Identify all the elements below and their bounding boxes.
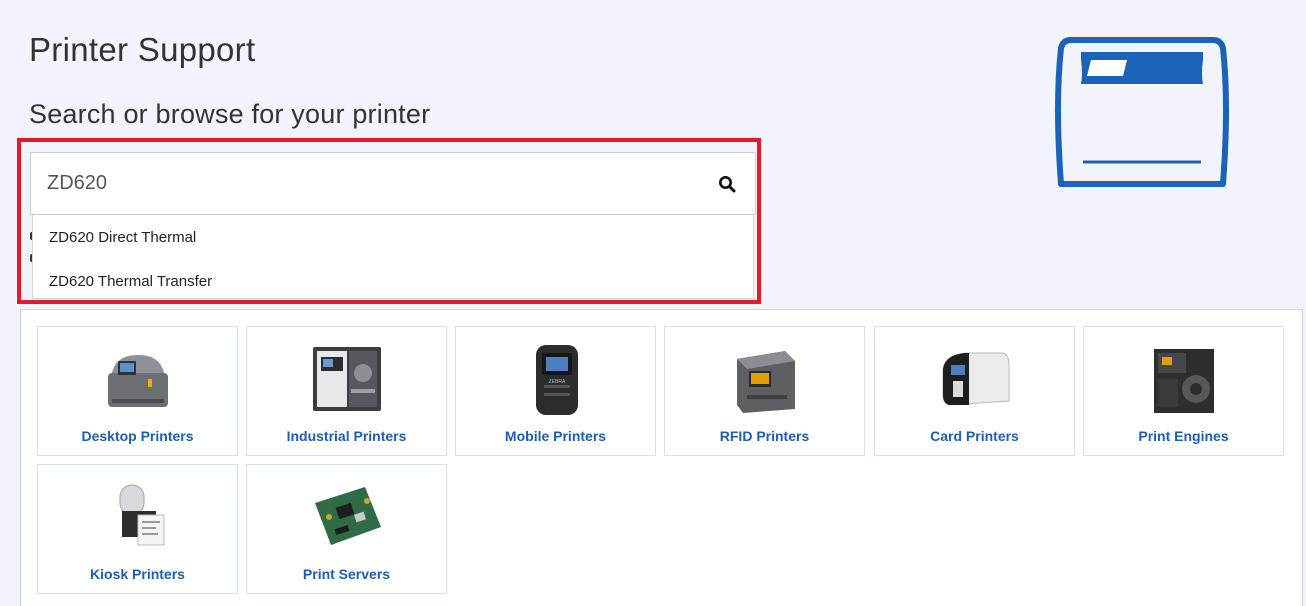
search-suggestions: ZD620 Direct Thermal ZD620 Thermal Trans…	[32, 215, 754, 299]
print-server-icon	[314, 487, 381, 545]
category-card-printers[interactable]: Card Printers	[874, 326, 1075, 456]
card-printer-icon	[942, 352, 1009, 406]
category-label: Kiosk Printers	[90, 566, 185, 582]
category-label: Card Printers	[930, 428, 1019, 444]
kiosk-printer-icon	[119, 484, 164, 546]
page-subtitle: Search or browse for your printer	[29, 99, 431, 129]
industrial-printer-icon	[312, 347, 381, 411]
print-engine-icon	[1153, 349, 1214, 413]
page-title: Printer Support	[29, 31, 256, 68]
category-label: RFID Printers	[719, 428, 810, 444]
category-label: Print Engines	[1138, 428, 1229, 444]
suggestion-item[interactable]: ZD620 Direct Thermal	[33, 215, 753, 259]
suggestion-item[interactable]: ZD620 Thermal Transfer	[33, 259, 753, 303]
search-input[interactable]	[31, 153, 707, 214]
printer-illustration-icon	[1055, 37, 1229, 187]
search-icon[interactable]	[707, 164, 747, 204]
search-box	[30, 152, 756, 215]
category-label: Print Servers	[302, 566, 391, 582]
desktop-printer-icon	[107, 355, 168, 407]
category-print-servers[interactable]: Print Servers	[246, 464, 447, 594]
category-rfid-printers[interactable]: RFID Printers	[664, 326, 865, 456]
category-industrial-printers[interactable]: Industrial Printers	[246, 326, 447, 456]
category-kiosk-printers[interactable]: Kiosk Printers	[37, 464, 238, 594]
category-desktop-printers[interactable]: Desktop Printers	[37, 326, 238, 456]
category-label: Mobile Printers	[504, 428, 607, 444]
category-label: Industrial Printers	[286, 428, 407, 444]
category-grid: Desktop Printers Industrial Printers ZEB…	[20, 309, 1303, 606]
category-label: Desktop Printers	[81, 428, 194, 444]
mobile-printer-icon: ZEBRA	[535, 345, 578, 415]
category-mobile-printers[interactable]: ZEBRA Mobile Printers	[455, 326, 656, 456]
category-print-engines[interactable]: Print Engines	[1083, 326, 1284, 456]
rfid-printer-icon	[736, 351, 795, 413]
svg-text:ZEBRA: ZEBRA	[548, 379, 565, 385]
